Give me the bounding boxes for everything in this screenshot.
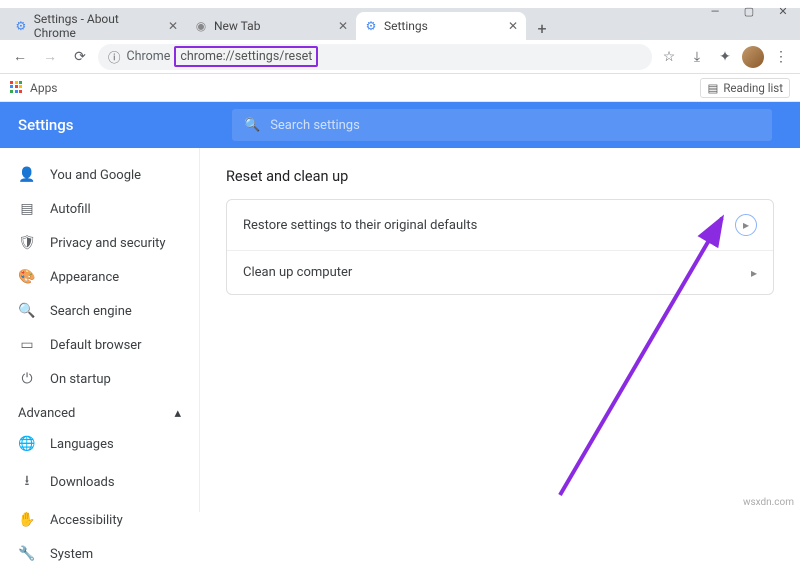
- row-label: Clean up computer: [243, 265, 352, 280]
- tab-strip: ⚙ Settings - About Chrome ✕ ◉ New Tab ✕ …: [0, 8, 800, 40]
- sidebar-item-system[interactable]: 🔧 System: [0, 537, 199, 571]
- advanced-label: Advanced: [18, 406, 75, 421]
- settings-sidebar: 👤 You and Google ▤ Autofill 🛡 Privacy and s…: [0, 148, 200, 512]
- sidebar-item-label: Privacy and security: [50, 236, 166, 251]
- search-icon: 🔍: [244, 118, 260, 133]
- chevron-right-icon: ▸: [751, 266, 757, 280]
- chevron-up-icon: ▴: [174, 406, 181, 421]
- sidebar-item-search-engine[interactable]: 🔍 Search engine: [0, 294, 199, 328]
- sidebar-item-label: Languages: [50, 437, 114, 452]
- apps-grid-icon: [10, 81, 24, 95]
- page-title: Settings: [18, 116, 74, 134]
- row-restore-defaults[interactable]: Restore settings to their original defau…: [227, 200, 773, 250]
- chevron-right-icon: ▸: [735, 214, 757, 236]
- sidebar-item-label: System: [50, 547, 93, 562]
- sidebar-item-label: Downloads: [50, 475, 115, 490]
- sidebar-item-label: Search engine: [50, 304, 132, 319]
- address-bar[interactable]: ⓘ Chrome chrome://settings/reset: [98, 44, 652, 70]
- sidebar-item-label: Autofill: [50, 202, 91, 217]
- tab-about-chrome[interactable]: ⚙ Settings - About Chrome ✕: [6, 12, 186, 40]
- reading-list-icon: ▤: [707, 81, 718, 95]
- autofill-icon: ▤: [18, 201, 36, 217]
- wrench-icon: 🔧: [18, 546, 36, 562]
- sidebar-item-label: Default browser: [50, 338, 142, 353]
- bookmark-star-icon[interactable]: ☆: [658, 46, 680, 68]
- tab-settings[interactable]: ⚙ Settings ✕: [356, 12, 526, 40]
- reading-list-label: Reading list: [723, 81, 783, 95]
- globe-icon: ◉: [194, 19, 208, 33]
- close-icon[interactable]: ✕: [508, 19, 518, 33]
- window-maximize[interactable]: ▢: [732, 0, 766, 22]
- sidebar-item-autofill[interactable]: ▤ Autofill: [0, 192, 199, 226]
- window-close[interactable]: ✕: [766, 0, 800, 22]
- sidebar-item-privacy[interactable]: 🛡 Privacy and security: [0, 226, 199, 260]
- settings-header: Settings 🔍 Search settings: [0, 102, 800, 148]
- search-placeholder: Search settings: [270, 118, 360, 133]
- sidebar-item-languages[interactable]: 🌐 Languages: [0, 427, 199, 461]
- sidebar-item-downloads[interactable]: ⭳ Downloads: [0, 461, 199, 503]
- sidebar-item-on-startup[interactable]: ⏻ On startup: [0, 362, 199, 396]
- reload-button[interactable]: ⟳: [68, 45, 92, 69]
- close-icon[interactable]: ✕: [338, 19, 348, 33]
- tab-label: New Tab: [214, 19, 260, 33]
- globe-icon: 🌐: [18, 436, 36, 452]
- sidebar-item-label: Appearance: [50, 270, 119, 285]
- download-icon: ⭳: [18, 470, 36, 494]
- gear-icon: ⚙: [364, 19, 378, 33]
- search-icon: 🔍: [18, 303, 36, 319]
- watermark: wsxdn.com: [743, 497, 794, 508]
- settings-search[interactable]: 🔍 Search settings: [232, 109, 772, 141]
- person-icon: 👤: [18, 167, 36, 183]
- sidebar-item-you-and-google[interactable]: 👤 You and Google: [0, 158, 199, 192]
- downloads-icon[interactable]: ⤓: [686, 46, 708, 68]
- tab-label: Settings: [384, 19, 428, 33]
- settings-main: Reset and clean up Restore settings to t…: [200, 148, 800, 512]
- reset-card: Restore settings to their original defau…: [226, 199, 774, 295]
- gear-icon: ⚙: [14, 19, 28, 33]
- new-tab-button[interactable]: +: [530, 16, 554, 40]
- row-label: Restore settings to their original defau…: [243, 218, 477, 233]
- site-info-icon[interactable]: ⓘ: [108, 47, 121, 66]
- tab-label: Settings - About Chrome: [34, 12, 162, 40]
- forward-button[interactable]: →: [38, 45, 62, 69]
- menu-icon[interactable]: ⋮: [770, 46, 792, 68]
- window-minimize[interactable]: —: [698, 0, 732, 22]
- reading-list-button[interactable]: ▤ Reading list: [700, 78, 790, 98]
- sidebar-item-appearance[interactable]: 🎨 Appearance: [0, 260, 199, 294]
- row-clean-up-computer[interactable]: Clean up computer ▸: [227, 250, 773, 294]
- sidebar-advanced-toggle[interactable]: Advanced ▴: [0, 396, 199, 427]
- omnibox-url: chrome://settings/reset: [174, 46, 318, 67]
- browser-toolbar: ← → ⟳ ⓘ Chrome chrome://settings/reset ☆…: [0, 40, 800, 74]
- omnibox-host: Chrome: [127, 49, 171, 64]
- bookmarks-bar: Apps ▤ Reading list: [0, 74, 800, 102]
- tab-new-tab[interactable]: ◉ New Tab ✕: [186, 12, 356, 40]
- close-icon[interactable]: ✕: [168, 19, 178, 33]
- apps-shortcut[interactable]: Apps: [10, 81, 58, 95]
- browser-icon: ▭: [18, 337, 36, 353]
- sidebar-item-label: On startup: [50, 372, 111, 387]
- extensions-icon[interactable]: ✦: [714, 46, 736, 68]
- sidebar-item-accessibility[interactable]: ✋ Accessibility: [0, 503, 199, 537]
- accessibility-icon: ✋: [18, 512, 36, 528]
- profile-avatar[interactable]: [742, 46, 764, 68]
- sidebar-item-label: Accessibility: [50, 513, 123, 528]
- sidebar-item-label: You and Google: [50, 168, 141, 183]
- back-button[interactable]: ←: [8, 45, 32, 69]
- power-icon: ⏻: [18, 371, 36, 387]
- sidebar-item-default-browser[interactable]: ▭ Default browser: [0, 328, 199, 362]
- apps-label: Apps: [30, 81, 58, 95]
- palette-icon: 🎨: [18, 269, 36, 285]
- section-heading: Reset and clean up: [226, 168, 774, 185]
- shield-icon: 🛡: [18, 235, 36, 251]
